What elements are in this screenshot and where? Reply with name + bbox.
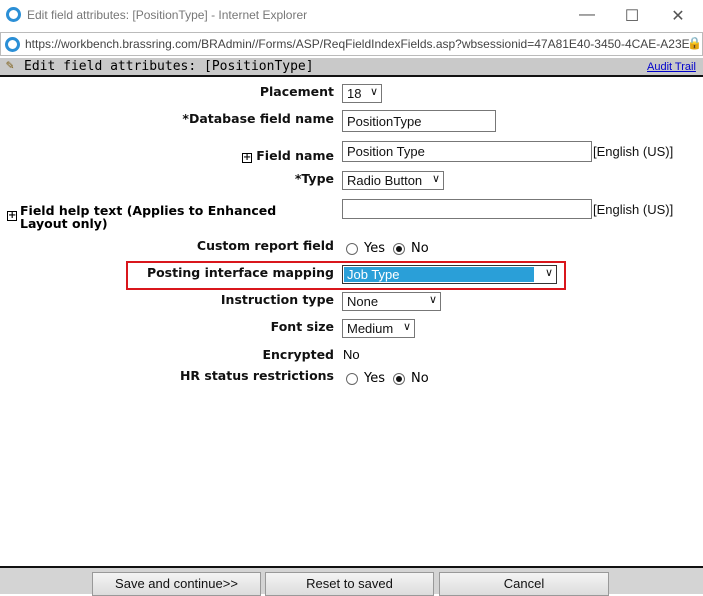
font-size-select[interactable]: Medium ∨ — [342, 319, 415, 338]
help-text-label-wrap: + Field help text (Applies to Enhanced La… — [7, 204, 297, 230]
reset-button[interactable]: Reset to saved — [265, 572, 434, 596]
window-titlebar: Edit field attributes: [PositionType] - … — [0, 0, 703, 30]
custom-report-yes-radio[interactable] — [346, 242, 358, 255]
cancel-button[interactable]: Cancel — [439, 572, 609, 596]
field-name-language: [English (US)] — [593, 144, 674, 159]
type-value: Radio Button — [347, 173, 423, 188]
field-name-input[interactable]: Position Type — [342, 141, 592, 162]
hr-status-no-radio[interactable] — [393, 372, 405, 385]
hr-status-yes-radio[interactable] — [346, 372, 358, 385]
placement-label: Placement — [259, 84, 334, 99]
address-bar[interactable]: https://workbench.brassring.com/BRAdmin/… — [0, 32, 703, 56]
encrypted-label: Encrypted — [262, 347, 334, 362]
field-name-label: Field name — [256, 148, 334, 163]
ie-page-icon — [5, 37, 20, 52]
instruction-type-label: Instruction type — [220, 292, 334, 307]
save-continue-button[interactable]: Save and continue>> — [92, 572, 261, 596]
custom-report-no-radio[interactable] — [393, 242, 405, 255]
page-header: ✎ Edit field attributes: [PositionType] … — [0, 58, 703, 77]
posting-mapping-value: Job Type — [344, 267, 534, 282]
close-button[interactable]: ✕ — [668, 6, 688, 26]
posting-mapping-select[interactable]: Job Type ∨ — [342, 265, 557, 284]
page-title: Edit field attributes: [PositionType] — [24, 59, 314, 74]
instruction-type-select[interactable]: None ∨ — [342, 292, 441, 311]
db-field-name-label: *Database field name — [182, 111, 334, 126]
window-title: Edit field attributes: [PositionType] - … — [27, 8, 308, 22]
db-field-name-input[interactable]: PositionType — [342, 110, 496, 132]
chevron-down-icon: ∨ — [544, 267, 553, 279]
type-select[interactable]: Radio Button ∨ — [342, 171, 444, 190]
type-label: *Type — [294, 171, 334, 186]
footer-bar: Save and continue>> Reset to saved Cance… — [0, 566, 703, 596]
font-size-value: Medium — [347, 321, 394, 336]
maximize-button[interactable]: ☐ — [622, 6, 642, 26]
font-size-label: Font size — [270, 319, 334, 334]
yes-label: Yes — [364, 241, 385, 257]
custom-report-label: Custom report field — [196, 238, 334, 253]
expand-plus-icon[interactable]: + — [241, 153, 252, 163]
chevron-down-icon: ∨ — [369, 86, 378, 98]
encrypted-value: No — [343, 347, 360, 362]
field-name-label-wrap: + Field name — [0, 148, 334, 163]
yes-label: Yes — [364, 371, 385, 387]
help-text-input[interactable] — [342, 199, 592, 219]
expand-plus-icon[interactable]: + — [7, 211, 17, 221]
no-label: No — [411, 371, 429, 387]
placement-select[interactable]: 18 ∨ — [342, 84, 382, 103]
placement-value: 18 — [347, 86, 362, 101]
ie-logo-icon — [6, 7, 21, 22]
lock-icon: 🔒 — [687, 36, 702, 50]
help-text-language: [English (US)] — [593, 202, 674, 217]
pencil-icon: ✎ — [6, 58, 14, 73]
chevron-down-icon: ∨ — [428, 294, 437, 306]
no-label: No — [411, 241, 429, 257]
instruction-type-value: None — [347, 294, 379, 309]
minimize-button[interactable]: — — [577, 6, 597, 24]
chevron-down-icon: ∨ — [431, 173, 440, 185]
custom-report-radios: Yes No — [346, 240, 437, 258]
chevron-down-icon: ∨ — [402, 321, 411, 333]
posting-mapping-label: Posting interface mapping — [146, 265, 334, 280]
url-text: https://workbench.brassring.com/BRAdmin/… — [25, 37, 694, 51]
help-text-label: Field help text (Applies to Enhanced Lay… — [20, 203, 277, 231]
hr-status-radios: Yes No — [346, 370, 437, 388]
audit-trail-link[interactable]: Audit Trail — [647, 61, 696, 73]
hr-status-label: HR status restrictions — [179, 368, 334, 383]
